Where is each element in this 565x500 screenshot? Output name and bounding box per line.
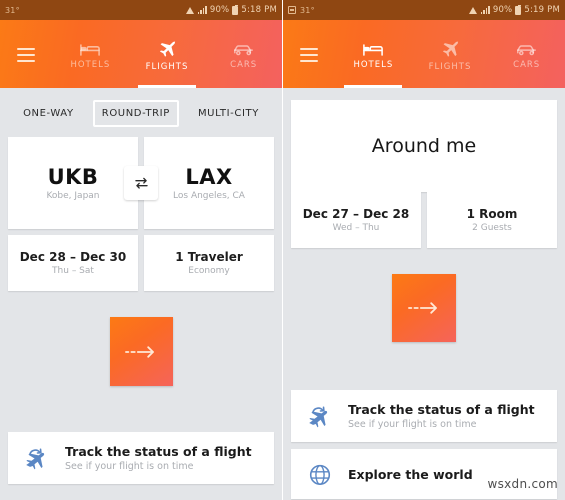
- promo-title: Explore the world: [348, 466, 473, 482]
- clock-label: 5:18 PM: [241, 5, 277, 15]
- plane-icon: [441, 40, 460, 59]
- dates-weekdays: Wed – Thu: [332, 223, 380, 233]
- temperature-indicator: 31°: [300, 5, 315, 15]
- wifi-icon: [468, 6, 478, 14]
- screenshot-icon: [288, 6, 296, 14]
- dates-value: Dec 27 – Dec 28: [302, 207, 410, 221]
- flight-status-icon: [22, 445, 52, 471]
- tab-flights-label: FLIGHTS: [145, 61, 189, 72]
- rooms-card[interactable]: 1 Room 2 Guests: [427, 192, 557, 248]
- clock-label: 5:19 PM: [524, 5, 560, 15]
- tab-hotels-label: HOTELS: [353, 59, 394, 70]
- car-icon: [233, 43, 254, 57]
- search-flights-button[interactable]: [109, 317, 173, 386]
- status-bar-right-group: 90% 5:19 PM: [468, 4, 560, 15]
- promo-subtitle: See if your flight is on time: [65, 461, 194, 472]
- origin-airport-card[interactable]: UKB Kobe, Japan: [8, 137, 138, 229]
- tab-hotels[interactable]: HOTELS: [52, 20, 129, 88]
- promo-flight-status[interactable]: Track the status of a flight See if your…: [8, 432, 274, 484]
- promo-flight-status[interactable]: Track the status of a flight See if your…: [291, 390, 557, 442]
- phone-screen-flights: 31° 90% 5:18 PM HOTELS FLIGHTS CARS ONE-…: [0, 0, 283, 500]
- battery-percent-label: 90%: [209, 5, 230, 15]
- app-bar-right: HOTELS FLIGHTS CARS: [283, 20, 565, 88]
- promo-text-block: Track the status of a flight See if your…: [348, 402, 535, 430]
- travelers-value: 1 Traveler: [175, 250, 243, 264]
- battery-percent-label: 90%: [492, 5, 513, 15]
- travelers-card[interactable]: 1 Traveler Economy: [144, 235, 274, 291]
- status-bar-left-group: 31°: [288, 6, 315, 15]
- tab-cars[interactable]: CARS: [205, 20, 282, 88]
- destination-airport-city: Los Angeles, CA: [173, 191, 245, 201]
- airport-selection-row: UKB Kobe, Japan LAX Los Angeles, CA: [8, 137, 274, 229]
- guests-value: 2 Guests: [472, 223, 512, 233]
- rooms-value: 1 Room: [466, 207, 518, 221]
- promo-text-block: Track the status of a flight See if your…: [65, 444, 252, 472]
- tab-cars-label: CARS: [513, 59, 541, 70]
- globe-icon: [305, 461, 335, 487]
- dashed-arrow-right-icon: [408, 302, 437, 314]
- car-icon: [516, 43, 537, 57]
- dates-card[interactable]: Dec 28 – Dec 30 Thu – Sat: [8, 235, 138, 291]
- location-value: Around me: [371, 135, 477, 157]
- origin-airport-city: Kobe, Japan: [46, 191, 100, 201]
- status-bar-left: 31° 90% 5:18 PM: [0, 0, 282, 20]
- search-button-wrap: [8, 291, 274, 386]
- tab-hotels[interactable]: HOTELS: [335, 20, 412, 88]
- plane-icon: [158, 40, 177, 59]
- dates-weekdays: Thu – Sat: [52, 266, 94, 276]
- temperature-indicator: 31°: [5, 5, 20, 15]
- dual-screenshot-container: 31° 90% 5:18 PM HOTELS FLIGHTS CARS ONE-…: [0, 0, 565, 500]
- bed-icon: [80, 43, 101, 57]
- search-hotels-button[interactable]: [392, 274, 456, 342]
- swap-arrows-icon[interactable]: [124, 166, 158, 200]
- hamburger-menu-icon[interactable]: [283, 20, 335, 88]
- location-card[interactable]: Around me: [291, 100, 557, 192]
- bed-icon: [363, 43, 384, 57]
- trip-details-row: Dec 28 – Dec 30 Thu – Sat 1 Traveler Eco…: [8, 235, 274, 291]
- promo-subtitle: See if your flight is on time: [348, 419, 477, 430]
- destination-airport-card[interactable]: LAX Los Angeles, CA: [144, 137, 274, 229]
- battery-charging-icon: [232, 4, 239, 15]
- flight-status-icon: [305, 403, 335, 429]
- main-tabs-right: HOTELS FLIGHTS CARS: [335, 20, 565, 88]
- watermark: wsxdn.com: [487, 477, 558, 491]
- promo-text-block: Explore the world: [348, 467, 473, 482]
- main-tabs-left: HOTELS FLIGHTS CARS: [52, 20, 282, 88]
- stay-details-row: Dec 27 – Dec 28 Wed – Thu 1 Room 2 Guest…: [291, 192, 557, 248]
- status-bar-right-group: 90% 5:18 PM: [185, 4, 277, 15]
- signal-icon: [480, 6, 490, 14]
- tab-cars[interactable]: CARS: [488, 20, 565, 88]
- dashed-arrow-right-icon: [125, 345, 154, 358]
- app-bar-left: HOTELS FLIGHTS CARS: [0, 20, 282, 88]
- hamburger-menu-icon[interactable]: [0, 20, 52, 88]
- tab-cars-label: CARS: [230, 59, 258, 70]
- tab-flights-label: FLIGHTS: [428, 61, 472, 72]
- promo-explore-world[interactable]: Explore the world: [291, 449, 557, 499]
- trip-type-selector: ONE-WAY ROUND-TRIP MULTI-CITY: [8, 88, 274, 137]
- promo-title: Track the status of a flight: [65, 444, 252, 459]
- content-left: ONE-WAY ROUND-TRIP MULTI-CITY UKB Kobe, …: [0, 88, 282, 484]
- content-right: Around me Dec 27 – Dec 28 Wed – Thu 1 Ro…: [283, 88, 565, 499]
- search-button-wrap: [291, 248, 557, 342]
- dates-card[interactable]: Dec 27 – Dec 28 Wed – Thu: [291, 192, 421, 248]
- destination-airport-code: LAX: [185, 165, 233, 189]
- tab-hotels-label: HOTELS: [70, 59, 111, 70]
- battery-charging-icon: [515, 4, 522, 15]
- trip-type-one-way[interactable]: ONE-WAY: [16, 102, 81, 125]
- status-bar-left-group: 31°: [5, 6, 20, 15]
- origin-airport-code: UKB: [47, 165, 99, 189]
- tab-flights[interactable]: FLIGHTS: [412, 20, 489, 88]
- status-bar-right: 31° 90% 5:19 PM: [283, 0, 565, 20]
- tab-flights[interactable]: FLIGHTS: [129, 20, 206, 88]
- promo-title: Track the status of a flight: [348, 402, 535, 417]
- trip-type-round-trip[interactable]: ROUND-TRIP: [92, 100, 179, 127]
- dates-value: Dec 28 – Dec 30: [19, 250, 127, 264]
- trip-type-multi-city[interactable]: MULTI-CITY: [191, 102, 266, 125]
- wifi-icon: [185, 6, 195, 14]
- signal-icon: [197, 6, 207, 14]
- cabin-class-value: Economy: [188, 266, 230, 276]
- phone-screen-hotels: 31° 90% 5:19 PM HOTELS FLIGHTS CARS Arou…: [283, 0, 565, 500]
